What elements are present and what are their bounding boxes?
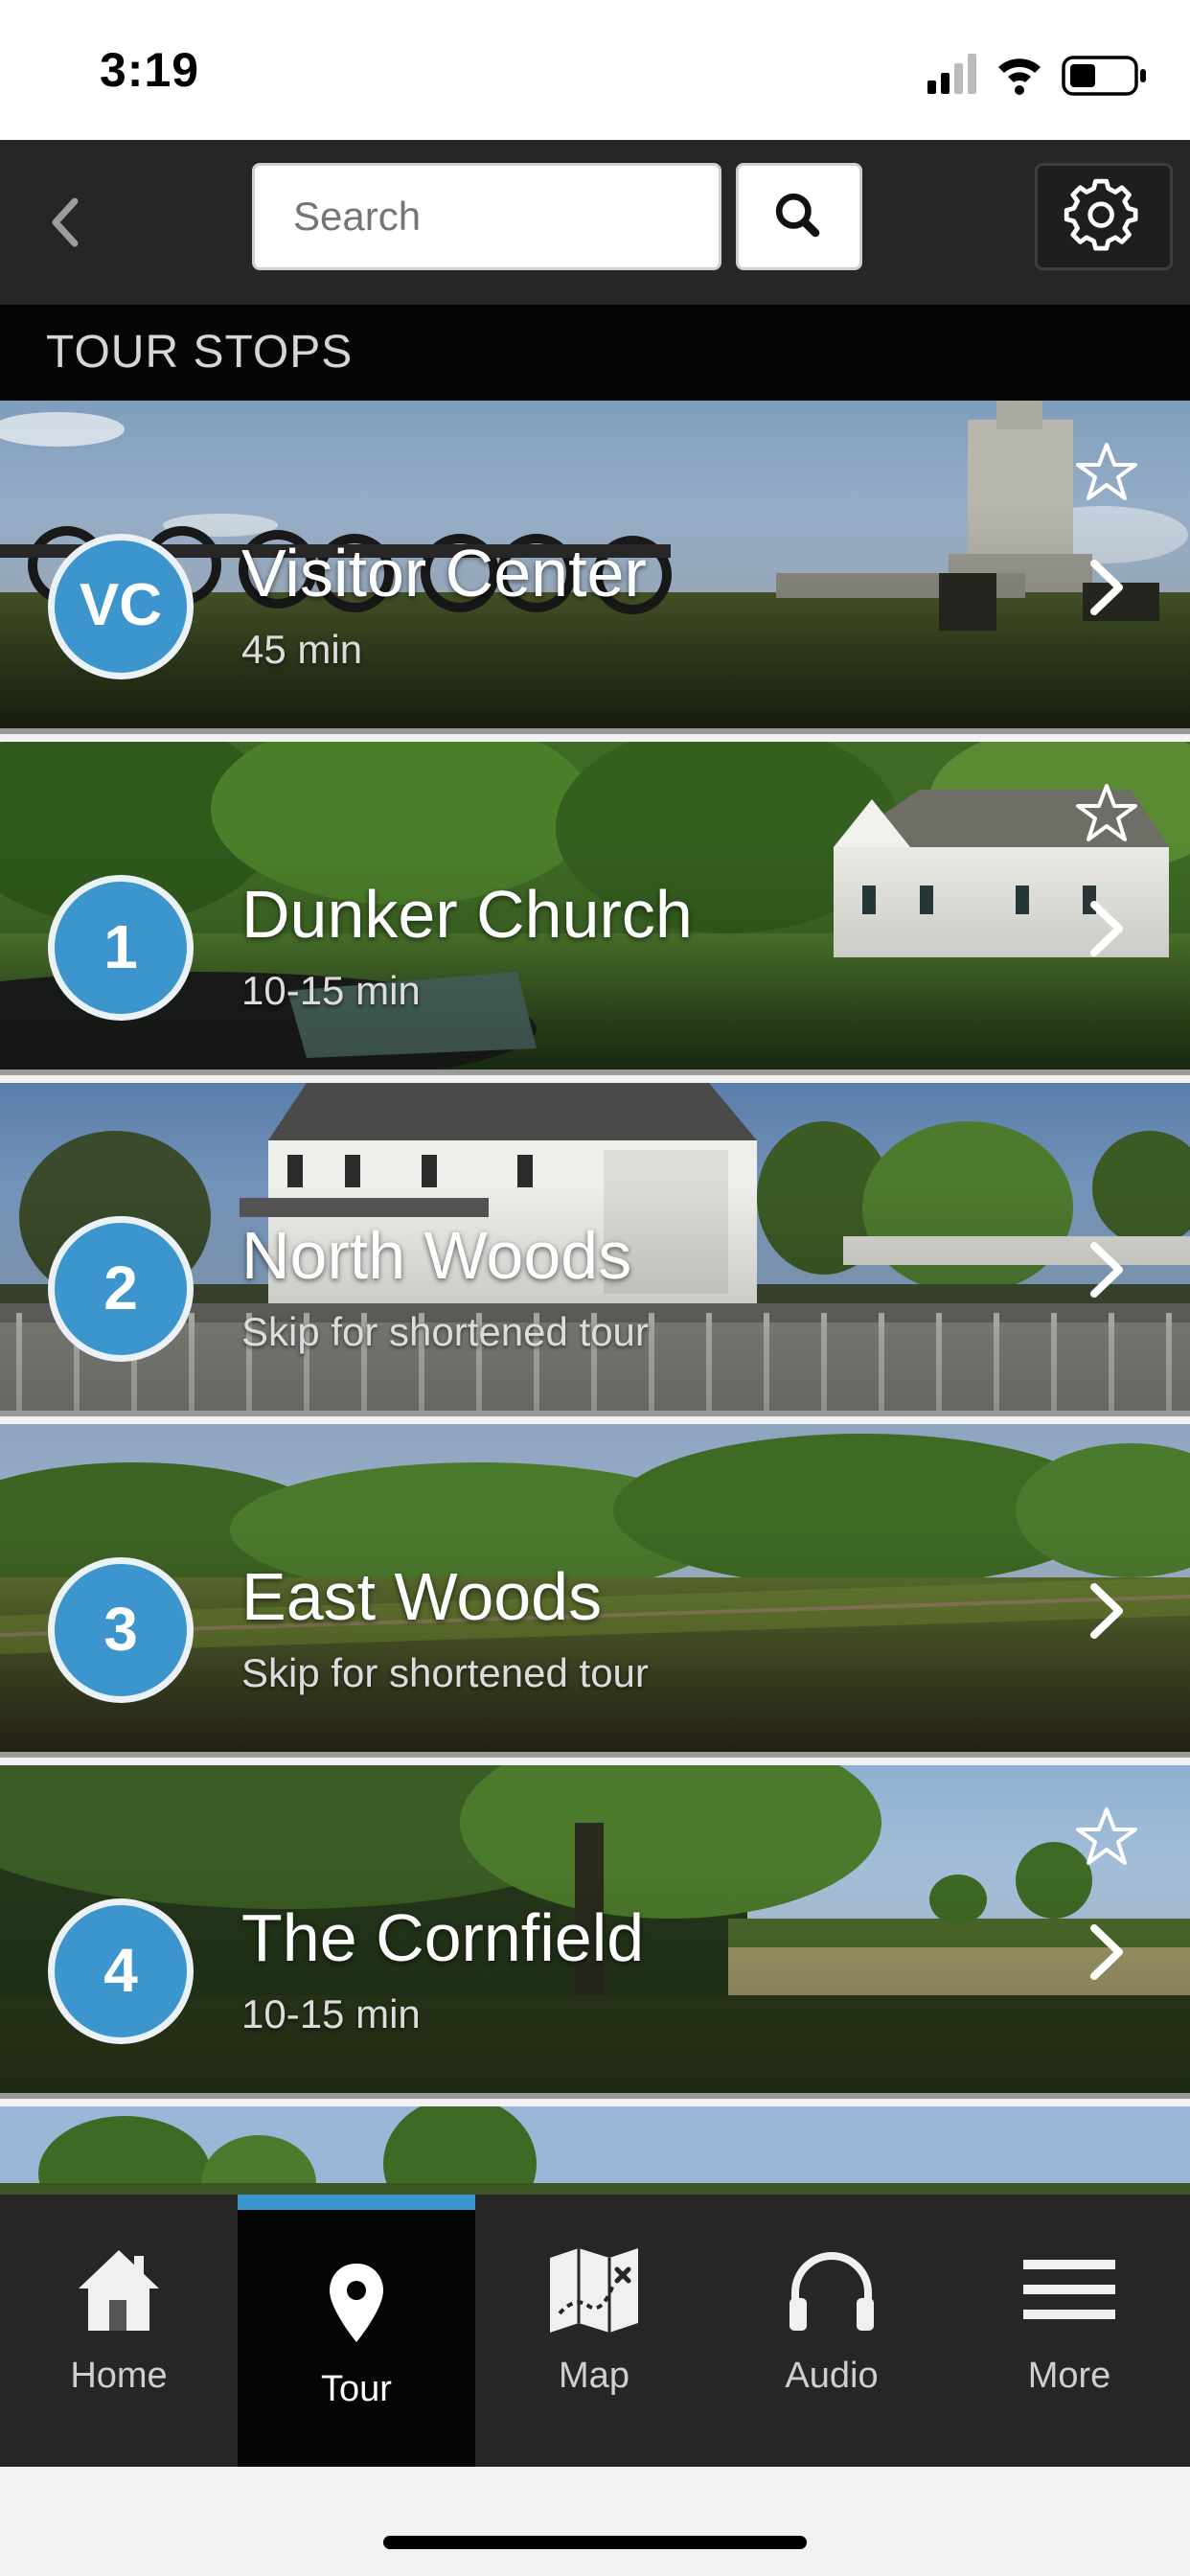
star-outline-icon[interactable] <box>1073 780 1140 845</box>
star-outline-icon[interactable] <box>1073 1804 1140 1869</box>
battery-icon <box>1062 56 1146 96</box>
headphones-icon <box>790 2252 874 2331</box>
chevron-right-icon <box>1090 1242 1123 1298</box>
stop-badge: 1 <box>48 875 194 1021</box>
stop-photo <box>0 2106 1190 2195</box>
stop-badge: 4 <box>48 1898 194 2044</box>
stop-title: Dunker Church <box>241 877 693 952</box>
settings-button[interactable] <box>1035 163 1173 270</box>
stop-title: The Cornfield <box>241 1900 645 1975</box>
tab-label: Home <box>70 2356 168 2396</box>
stop-subtitle: 10-15 min <box>241 1991 421 2036</box>
back-button[interactable] <box>23 174 100 270</box>
app-screen: 3:19 Search TOUR STOPS VC Visitor Center… <box>0 0 1190 2576</box>
menu-icon <box>1023 2260 1115 2319</box>
stop-badge: 3 <box>48 1557 194 1703</box>
stop-subtitle: 45 min <box>241 627 363 672</box>
tab-tour[interactable]: Tour <box>238 2195 475 2467</box>
tab-more[interactable]: More <box>950 2195 1188 2467</box>
chevron-right-icon <box>1090 901 1123 956</box>
home-indicator-area <box>0 2467 1190 2576</box>
list-item[interactable]: 1 Dunker Church 10-15 min <box>0 742 1190 1075</box>
stop-badge: 2 <box>48 1216 194 1362</box>
tour-stop-list: VC Visitor Center 45 min 1 Dunker Church… <box>0 401 1190 2195</box>
star-outline-icon[interactable] <box>1073 439 1140 504</box>
tab-label: Audio <box>785 2356 879 2396</box>
list-item[interactable] <box>0 2106 1190 2195</box>
tab-audio[interactable]: Audio <box>713 2195 950 2467</box>
chevron-right-icon <box>1090 1924 1123 1980</box>
stop-subtitle: Skip for shortened tour <box>241 1650 649 1695</box>
stop-title: East Woods <box>241 1559 603 1634</box>
stop-title: Visitor Center <box>241 536 647 610</box>
gear-icon <box>1064 178 1138 251</box>
home-icon <box>79 2250 159 2331</box>
status-bar: 3:19 <box>0 0 1190 140</box>
stop-subtitle: 10-15 min <box>241 968 421 1013</box>
stop-badge: VC <box>48 534 194 679</box>
map-pin-icon <box>330 2264 383 2342</box>
signal-icon <box>927 54 976 94</box>
search-button[interactable] <box>736 163 862 270</box>
status-icons <box>927 54 1146 96</box>
list-item[interactable]: VC Visitor Center 45 min <box>0 401 1190 734</box>
chevron-left-icon <box>52 197 79 247</box>
list-item[interactable]: 4 The Cornfield 10-15 min <box>0 1765 1190 2099</box>
chevron-right-icon <box>1090 560 1123 615</box>
folded-map-icon <box>550 2248 638 2333</box>
search-input[interactable] <box>252 163 721 270</box>
tab-label: More <box>1027 2356 1111 2396</box>
status-time: 3:19 <box>100 43 200 97</box>
chevron-right-icon <box>1090 1583 1123 1639</box>
section-header: TOUR STOPS <box>0 305 1190 401</box>
stop-subtitle: Skip for shortened tour <box>241 1309 649 1354</box>
active-tab-indicator <box>238 2195 475 2210</box>
wifi-icon <box>998 58 1041 95</box>
tab-bar: Home Tour Map Audio More <box>0 2195 1190 2467</box>
list-item[interactable]: 2 North Woods Skip for shortened tour <box>0 1083 1190 1416</box>
tab-label: Tour <box>321 2369 392 2409</box>
list-item[interactable]: 3 East Woods Skip for shortened tour <box>0 1424 1190 1758</box>
tab-home[interactable]: Home <box>0 2195 238 2467</box>
app-header <box>0 140 1190 305</box>
search-icon <box>775 193 820 238</box>
stop-title: North Woods <box>241 1218 632 1293</box>
section-title: TOUR STOPS <box>46 327 354 378</box>
tab-map[interactable]: Map <box>475 2195 713 2467</box>
home-indicator[interactable] <box>383 2536 807 2549</box>
tab-label: Map <box>559 2356 629 2396</box>
